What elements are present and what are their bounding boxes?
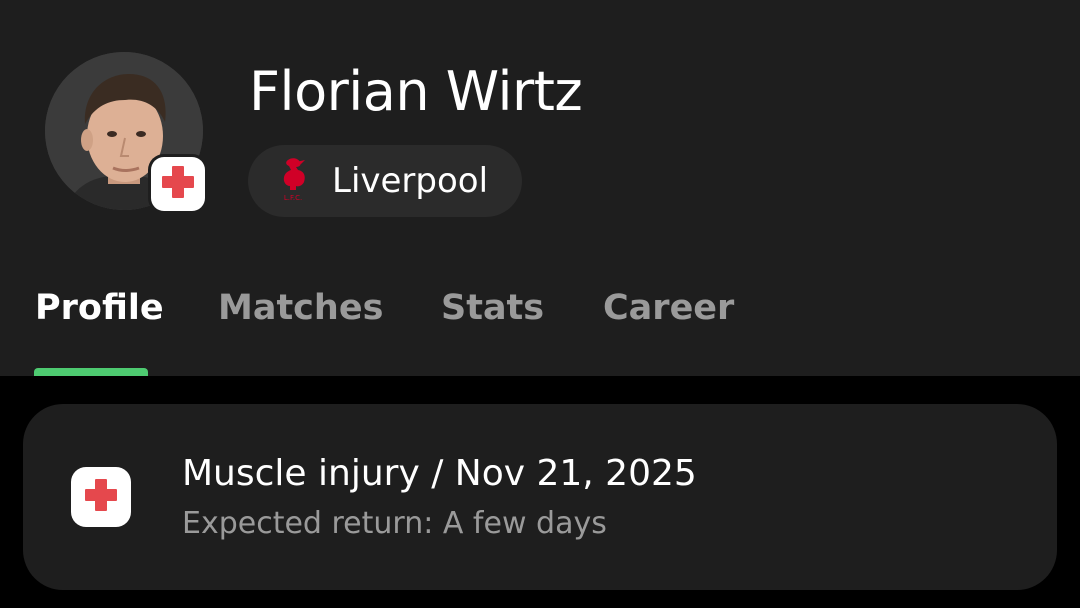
- tab-stats[interactable]: Stats: [441, 282, 544, 334]
- medical-cross-icon: [161, 165, 195, 203]
- team-name: Liverpool: [332, 161, 489, 201]
- injury-status-badge: [148, 154, 208, 214]
- player-header: Florian Wirtz L.F.C. Liverpool Profile M…: [0, 0, 1080, 376]
- svg-text:L.F.C.: L.F.C.: [284, 194, 302, 202]
- injury-badge: [71, 467, 131, 527]
- player-name: Florian Wirtz: [249, 60, 583, 123]
- injury-card[interactable]: Muscle injury / Nov 21, 2025 Expected re…: [23, 404, 1057, 590]
- active-tab-indicator: [34, 368, 148, 376]
- expected-return: Expected return: A few days: [182, 506, 607, 541]
- medical-cross-icon: [84, 478, 118, 516]
- team-chip[interactable]: L.F.C. Liverpool: [248, 145, 523, 217]
- tab-career[interactable]: Career: [603, 282, 734, 334]
- liverbird-crest-icon: L.F.C.: [274, 156, 312, 206]
- injury-title: Muscle injury / Nov 21, 2025: [182, 453, 697, 494]
- tab-matches[interactable]: Matches: [218, 282, 383, 334]
- tab-profile[interactable]: Profile: [35, 282, 164, 334]
